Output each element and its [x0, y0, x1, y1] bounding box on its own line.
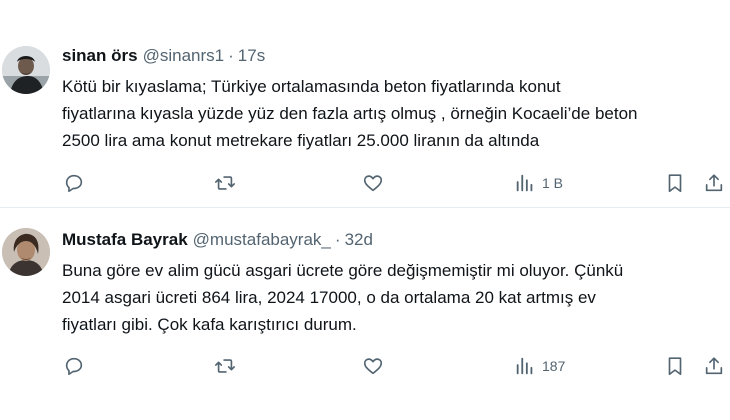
share-button[interactable]: [703, 168, 725, 198]
bookmark-button[interactable]: [664, 168, 686, 198]
tweet[interactable]: Mustafa Bayrak @mustafabayrak_ · 32d Bun…: [0, 209, 730, 420]
display-name[interactable]: Mustafa Bayrak: [62, 230, 188, 250]
separator-dot: ·: [228, 46, 234, 65]
share-icon: [705, 174, 723, 192]
share-button[interactable]: [703, 351, 725, 381]
divider: [0, 207, 730, 208]
display-name[interactable]: sinan örs: [62, 46, 138, 66]
avatar[interactable]: [2, 228, 50, 276]
bookmark-icon: [668, 357, 682, 376]
reply-icon: [65, 357, 83, 376]
tweet-text: Buna göre ev alim gücü asgari ücrete gör…: [62, 257, 727, 338]
views-icon: [516, 357, 533, 375]
reply-button[interactable]: [63, 351, 85, 381]
views-count: 1 B: [542, 175, 564, 191]
reply-icon: [65, 174, 83, 193]
tweet-text-line: 2014 asgari ücreti 864 lira, 2024 17000,…: [62, 288, 596, 307]
bookmark-icon: [668, 174, 682, 193]
like-button[interactable]: [362, 351, 384, 381]
share-icon: [705, 357, 723, 375]
action-bar: 187: [0, 351, 730, 381]
like-icon: [363, 175, 383, 192]
views-button[interactable]: 1 B: [514, 168, 563, 198]
tweet[interactable]: sinan örs @sinanrs1 · 17s Kötü bir kıyas…: [0, 0, 730, 208]
action-bar: 1 B: [0, 168, 730, 198]
handle[interactable]: @mustafabayrak_: [193, 230, 331, 250]
views-icon: [516, 174, 533, 192]
tweet-text-line: Kötü bir kıyaslama; Türkiye ortalamasınd…: [62, 77, 561, 96]
tweet-text: Kötü bir kıyaslama; Türkiye ortalamasınd…: [62, 73, 727, 154]
like-button[interactable]: [362, 168, 384, 198]
retweet-icon: [215, 176, 235, 190]
retweet-button[interactable]: [214, 168, 236, 198]
tweet-text-line: Buna göre ev alim gücü asgari ücrete gör…: [62, 261, 624, 280]
bookmark-button[interactable]: [664, 351, 686, 381]
tweet-text-line: fiyatlarına kıyasla yüzde yüz den fazla …: [62, 104, 638, 123]
timestamp[interactable]: 32d: [345, 230, 373, 250]
views-count: 187: [542, 358, 566, 374]
handle[interactable]: @sinanrs1: [143, 46, 225, 66]
views-button[interactable]: 187: [514, 351, 565, 381]
reply-button[interactable]: [63, 168, 85, 198]
like-icon: [363, 358, 383, 375]
tweet-header: Mustafa Bayrak @mustafabayrak_ · 32d: [62, 230, 373, 252]
tweet-header: sinan örs @sinanrs1 · 17s: [62, 46, 265, 68]
tweet-text-line: 2500 lira ama konut metrekare fiyatları …: [62, 131, 540, 150]
tweet-text-line: fiyatları gibi. Çok kafa karıştırıcı dur…: [62, 315, 357, 334]
avatar[interactable]: [2, 46, 50, 94]
retweet-icon: [215, 359, 235, 373]
retweet-button[interactable]: [214, 351, 236, 381]
separator-dot: ·: [334, 230, 341, 249]
timestamp[interactable]: 17s: [238, 46, 265, 66]
